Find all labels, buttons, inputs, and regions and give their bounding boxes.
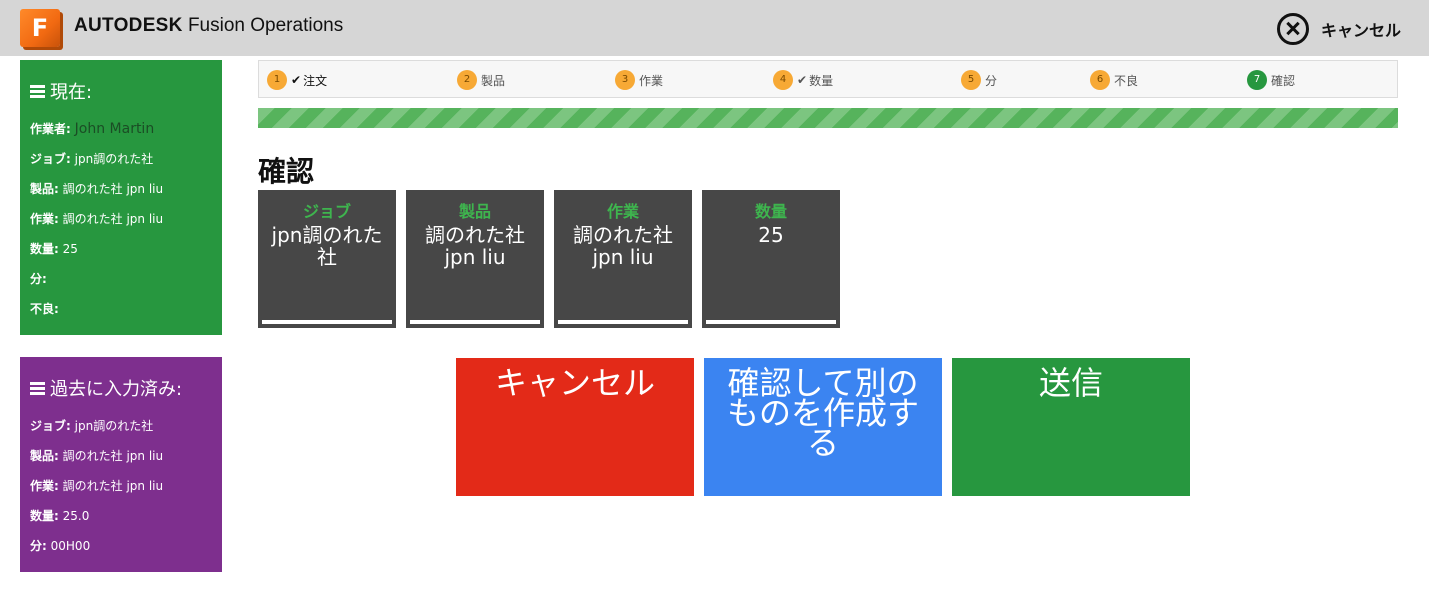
current-row-minutes: 分: [30,264,212,294]
row-key: 不良: [30,302,59,316]
brand-autodesk: AUTODESK [74,15,183,36]
progress-fill [258,108,1398,128]
tile-underline [558,320,688,324]
step-indicator: 1 ✔ 注文 2 製品 3 作業 4 ✔ 数量 5 分 6 不良 7 確認 [258,60,1398,98]
step-label: 確認 [1271,73,1296,88]
check-icon: ✔ [291,73,302,87]
tile-label: 作業 [606,202,639,221]
past-row-quantity: 数量: 25.0 [30,501,212,531]
step-minutes[interactable]: 5 分 [961,70,997,90]
summary-tile-product: 製品 調のれた社 jpn liu [406,190,544,328]
past-row-product: 製品: 調のれた社 jpn liu [30,441,212,471]
tile-label: 数量 [754,202,787,221]
row-value: John Martin [74,121,155,137]
current-row-job: ジョブ: jpn調のれた社 [30,144,212,174]
row-key: 数量: [30,242,59,256]
brand-title: AUTODESK Fusion Operations [74,15,343,37]
step-number-badge: 6 [1090,70,1110,90]
tile-value: 25 [758,223,784,247]
past-row-minutes: 分: 00H00 [30,531,212,561]
current-row-quantity: 数量: 25 [30,234,212,264]
row-key: 作業者: [30,122,71,136]
step-quantity[interactable]: 4 ✔ 数量 [773,70,833,90]
step-label: 注文 [303,73,328,88]
header-cancel-button[interactable]: キャンセル [1276,13,1401,45]
row-value: 00H00 [50,539,91,553]
tile-label: 製品 [458,202,491,221]
check-icon: ✔ [797,73,808,87]
current-panel-title: 現在: [30,78,212,104]
step-number-badge: 2 [457,70,477,90]
row-value: 調のれた社 jpn liu [62,182,164,196]
summary-tile-operation: 作業 調のれた社 jpn liu [554,190,692,328]
step-label: 作業 [639,73,664,88]
row-value: 25.0 [62,509,90,523]
row-value: 調のれた社 jpn liu [62,479,164,493]
app-header: F AUTODESK Fusion Operations キャンセル [0,0,1429,56]
page-title: 確認 [258,155,315,188]
row-value: jpn調のれた社 [74,419,154,433]
step-number-badge: 7 [1247,70,1267,90]
past-panel-title: 過去に入力済み: [30,375,212,401]
tile-underline [706,320,836,324]
current-panel-title-text: 現在: [50,82,93,103]
submit-button[interactable]: 送信 [952,358,1190,496]
step-product[interactable]: 2 製品 [457,70,505,90]
progress-bar [258,108,1398,128]
tile-value: 調のれた社 jpn liu [425,223,525,269]
step-order[interactable]: 1 ✔ 注文 [267,70,327,90]
past-row-operation: 作業: 調のれた社 jpn liu [30,471,212,501]
row-key: 製品: [30,449,59,463]
row-key: 作業: [30,479,59,493]
row-key: 分: [30,539,47,553]
step-operation[interactable]: 3 作業 [615,70,663,90]
tile-underline [410,320,540,324]
past-panel-title-text: 過去に入力済み: [50,379,183,400]
tile-value: 調のれた社 jpn liu [573,223,673,269]
brand-product: Fusion Operations [187,15,344,36]
header-cancel-label: キャンセル [1320,21,1401,40]
row-value: 25 [62,242,78,256]
current-row-defects: 不良: [30,294,212,324]
current-row-operation: 作業: 調のれた社 jpn liu [30,204,212,234]
row-key: 数量: [30,509,59,523]
fusion-logo-icon: F [20,9,60,47]
row-key: 作業: [30,212,59,226]
step-defects[interactable]: 6 不良 [1090,70,1138,90]
summary-tile-job: ジョブ jpn調のれた社 [258,190,396,328]
row-value: 調のれた社 jpn liu [62,212,164,226]
step-number-badge: 3 [615,70,635,90]
tile-label: ジョブ [302,202,351,221]
current-row-worker: 作業者: John Martin [30,114,212,144]
row-key: 製品: [30,182,59,196]
confirm-and-create-another-button[interactable]: 確認して別のものを作成する [704,358,942,496]
close-circle-icon [1276,13,1309,45]
row-key: ジョブ: [30,152,71,166]
step-label: 不良 [1114,73,1139,88]
step-number-badge: 1 [267,70,287,90]
step-label: 製品 [481,73,506,88]
tile-value: jpn調のれた社 [271,223,383,269]
summary-tile-quantity: 数量 25 [702,190,840,328]
row-key: ジョブ: [30,419,71,433]
step-label: 分 [985,73,998,88]
current-info-panel: 現在: 作業者: John Martin ジョブ: jpn調のれた社 製品: 調… [20,60,222,335]
step-confirm[interactable]: 7 確認 [1247,70,1295,90]
menu-icon [30,83,45,100]
past-entries-panel: 過去に入力済み: ジョブ: jpn調のれた社 製品: 調のれた社 jpn liu… [20,357,222,572]
cancel-button[interactable]: キャンセル [456,358,694,496]
past-row-job: ジョブ: jpn調のれた社 [30,411,212,441]
current-row-product: 製品: 調のれた社 jpn liu [30,174,212,204]
step-number-badge: 4 [773,70,793,90]
row-key: 分: [30,272,47,286]
step-number-badge: 5 [961,70,981,90]
row-value: jpn調のれた社 [74,152,154,166]
row-value: 調のれた社 jpn liu [62,449,164,463]
step-label: 数量 [809,73,834,88]
menu-icon [30,380,45,397]
tile-underline [262,320,392,324]
